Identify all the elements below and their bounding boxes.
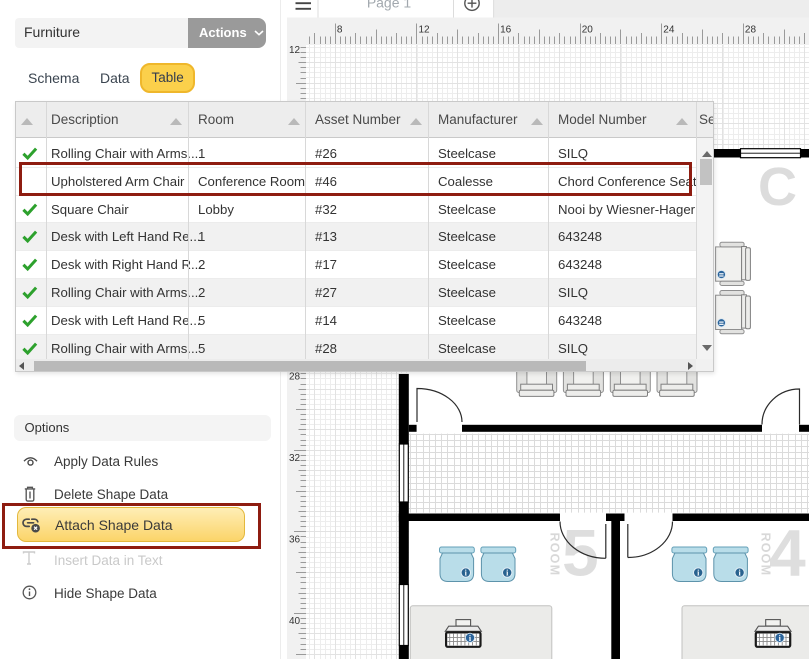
- svg-text:C: C: [758, 157, 797, 217]
- svg-text:28: 28: [289, 371, 301, 382]
- svg-text:16: 16: [500, 25, 512, 36]
- svg-text:40: 40: [289, 616, 301, 627]
- svg-text:12: 12: [289, 45, 301, 56]
- svg-text:4: 4: [769, 516, 806, 590]
- svg-text:28: 28: [745, 25, 757, 36]
- svg-text:24: 24: [663, 25, 675, 36]
- svg-text:ROOM: ROOM: [759, 533, 773, 577]
- svg-text:12: 12: [419, 25, 431, 36]
- svg-text:Page 1: Page 1: [367, 0, 412, 11]
- svg-text:ROOM: ROOM: [548, 533, 562, 577]
- svg-text:8: 8: [337, 25, 343, 36]
- svg-text:36: 36: [289, 535, 301, 546]
- svg-text:20: 20: [582, 25, 594, 36]
- svg-text:32: 32: [289, 453, 301, 464]
